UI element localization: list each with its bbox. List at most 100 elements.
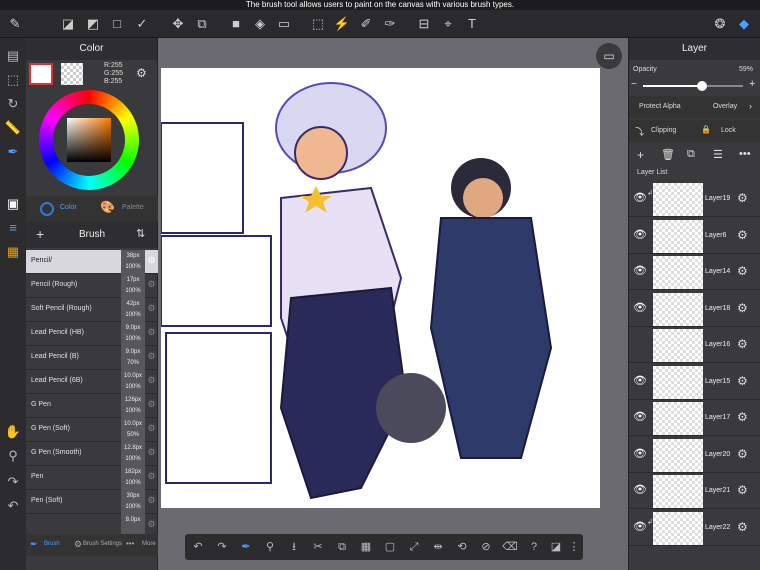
blend-mode-chevron-icon[interactable]: › [749,101,752,111]
brush-item[interactable]: Pen (Soft) 30px 100% ⚙ [26,490,158,514]
eye-hidden-icon[interactable] [632,337,648,353]
copy-layer-icon[interactable]: ⧉ [687,148,695,161]
eraser-icon[interactable]: ◪ [58,14,78,34]
eye-icon[interactable]: 👁 [632,228,648,244]
save-icon[interactable]: ⭳ [285,538,303,556]
color-swatch-icon[interactable]: ▣ [3,194,23,214]
more-tab[interactable]: More [142,541,156,547]
redo-icon[interactable]: ↷ [3,472,23,492]
operation-icon[interactable]: ⌖ [438,14,458,34]
brush-item[interactable]: Lead Pencil (HB) 9.0px 100% ⚙ [26,322,158,346]
lock-icon[interactable]: 🔒 [701,125,711,134]
rotate-canvas-icon[interactable]: ⟲ [453,538,471,556]
brush-gear-icon[interactable]: ⚙ [145,375,158,386]
layer-row[interactable]: 👁 Layer17 ⚙ [629,400,760,436]
brush-gear-icon[interactable]: ⚙ [145,327,158,338]
paste-icon[interactable]: ▦ [357,538,375,556]
layer-row[interactable]: 👁 Layer6 ⚙ [629,218,760,254]
pen-tool-icon[interactable]: ✒ [237,538,255,556]
blur-eraser-icon[interactable]: ◩ [83,14,103,34]
brush-gear-icon[interactable]: ⚙ [145,279,158,290]
layer-row[interactable]: 👁 Layer21 ⚙ [629,473,760,509]
brush-footer-tab[interactable]: Brush [44,541,60,547]
eyedropper-icon[interactable]: ⚲ [3,446,23,466]
fill-color-icon[interactable]: ■ [226,14,246,34]
layer-more-icon[interactable]: ••• [739,148,751,160]
brush-gear-icon[interactable]: ⚙ [145,423,158,434]
delete-layer-icon[interactable]: 🗑 [661,148,675,161]
materials-icon[interactable]: ❂ [710,14,730,34]
bucket-icon[interactable]: ◈ [250,14,270,34]
help-icon[interactable]: ? [525,538,543,556]
layer-row[interactable]: 👁 ↲ Layer19 ⚙ [629,181,760,217]
more-icon[interactable]: ••• [126,539,134,548]
palette-tab[interactable]: Palette [122,204,144,211]
clear-icon[interactable]: ⌫ [501,538,519,556]
clipping-icon[interactable]: ⤵ [635,125,644,138]
saturation-square[interactable] [67,118,111,162]
eye-icon[interactable]: 👁 [632,191,648,207]
background-color[interactable] [61,63,83,85]
brush-item[interactable]: Lead Pencil (B) 9.0px 70% ⚙ [26,346,158,370]
brush-gear-icon[interactable]: ⚙ [145,351,158,362]
eye-icon[interactable]: 👁 [632,447,648,463]
lock-button[interactable]: Lock [721,127,736,134]
brush-gear-icon[interactable]: ⚙ [145,519,158,530]
brush-gear-icon[interactable]: ⚙ [145,255,158,266]
reset-icon[interactable]: ⊘ [477,538,495,556]
magic-wand-icon[interactable]: ⚡ [332,14,352,34]
redo-icon[interactable]: ↷ [213,538,231,556]
color-tab[interactable]: Color [60,204,77,211]
foreground-color[interactable] [29,63,53,85]
layer-settings-gear-icon[interactable]: ⚙ [737,374,748,388]
eye-icon[interactable]: 👁 [632,264,648,280]
deselect-icon[interactable]: ▢ [381,538,399,556]
palette-icon[interactable]: ▦ [3,242,23,262]
brush-item[interactable]: Lead Pencil (6B) 10.0px 100% ⚙ [26,370,158,394]
layer-settings-gear-icon[interactable]: ⚙ [737,337,748,351]
select-eraser-icon[interactable]: ✑ [380,14,400,34]
ruler-icon[interactable]: 📏 [3,118,23,138]
add-layer-icon[interactable]: + [637,148,644,162]
grid-icon[interactable]: ⋮ [565,538,583,556]
layer-settings-gear-icon[interactable]: ⚙ [737,264,748,278]
blend-mode-select[interactable]: Overlay [713,103,737,110]
opacity-minus-icon[interactable]: − [631,79,637,90]
selection-icon[interactable]: ⬚ [3,70,23,90]
layer-row[interactable]: 👁 Layer18 ⚙ [629,291,760,327]
sort-icon[interactable]: ⇅ [136,227,145,240]
brush-gear-icon[interactable]: ⚙ [145,471,158,482]
opacity-slider-knob[interactable] [697,81,707,91]
move-icon[interactable]: ✥ [168,14,188,34]
hand-icon[interactable]: ✋ [3,422,23,442]
layer-settings-gear-icon[interactable]: ⚙ [737,410,748,424]
brush-settings-tab[interactable]: Brush Settings [83,541,122,547]
eye-icon[interactable]: 👁 [632,520,648,536]
eye-icon[interactable]: 👁 [632,483,648,499]
flip-icon[interactable]: ⇹ [429,538,447,556]
brush-item[interactable]: G Pen (Smooth) 12.8px 100% ⚙ [26,442,158,466]
layer-row[interactable]: 👁 Layer15 ⚙ [629,364,760,400]
hue-wheel[interactable] [39,90,139,190]
transform-icon[interactable]: ⧉ [192,14,212,34]
eye-icon[interactable]: 👁 [632,410,648,426]
text-icon[interactable]: T [462,14,482,34]
brush-item[interactable]: Pen 182px 100% ⚙ [26,466,158,490]
cut-icon[interactable]: ✂ [309,538,327,556]
eye-icon[interactable]: 👁 [632,301,648,317]
select-pen-icon[interactable]: ✐ [356,14,376,34]
clipping-button[interactable]: Clipping [651,127,676,134]
layer-row[interactable]: 👁 ↲ Layer22 ⚙ [629,510,760,546]
copy-icon[interactable]: ⧉ [333,538,351,556]
layer-settings-gear-icon[interactable]: ⚙ [737,520,748,534]
brush-gear-icon[interactable]: ⚙ [145,447,158,458]
brush-footer-icon[interactable]: ✒ [30,539,38,550]
layer-settings-gear-icon[interactable]: ⚙ [737,228,748,242]
brush-item[interactable]: G Pen 126px 100% ⚙ [26,394,158,418]
transform-icon[interactable]: ⤢ [405,538,423,556]
color-tab-icon[interactable] [40,202,54,216]
brush-item[interactable]: Soft Pencil (Rough) 42px 100% ⚙ [26,298,158,322]
frame-divider-icon[interactable]: ⊟ [414,14,434,34]
color-settings-gear-icon[interactable]: ⚙ [136,66,147,80]
brush-gear-icon[interactable]: ⚙ [145,495,158,506]
